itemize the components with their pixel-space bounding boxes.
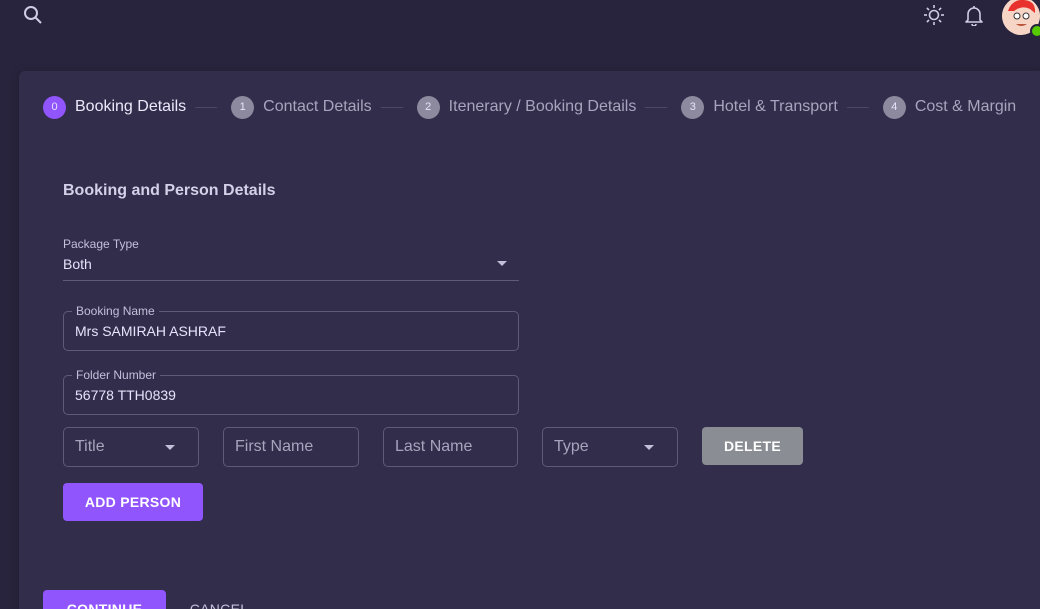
step-connector	[645, 106, 668, 108]
step-contact-details[interactable]: 1 Contact Details	[231, 95, 372, 119]
step-connector	[846, 106, 869, 108]
step-label: Hotel & Transport	[713, 98, 838, 115]
booking-name-value: Mrs SAMIRAH ASHRAF	[75, 323, 226, 339]
type-select[interactable]: Type	[542, 427, 678, 467]
delete-person-button[interactable]: DELETE	[702, 427, 803, 465]
last-name-placeholder: Last Name	[395, 438, 473, 455]
title-placeholder: Title	[75, 438, 105, 455]
stepper: 0 Booking Details 1 Contact Details 2 It…	[43, 95, 1016, 119]
step-label: Booking Details	[75, 98, 187, 115]
first-name-input[interactable]: First Name	[223, 427, 359, 467]
folder-number-value: 56778 TTH0839	[75, 387, 176, 403]
bell-icon[interactable]	[962, 3, 986, 27]
package-type-value: Both	[63, 256, 92, 272]
add-person-button[interactable]: ADD PERSON	[63, 483, 203, 521]
step-number: 2	[416, 95, 440, 119]
step-booking-details[interactable]: 0 Booking Details	[43, 95, 187, 119]
step-hotel-transport[interactable]: 3 Hotel & Transport	[681, 95, 838, 119]
sun-icon[interactable]	[922, 3, 946, 27]
step-cost-margin[interactable]: 4 Cost & Margin	[882, 95, 1017, 119]
folder-number-field[interactable]: Folder Number 56778 TTH0839	[63, 368, 519, 415]
first-name-placeholder: First Name	[235, 438, 314, 455]
cancel-button[interactable]: CANCEL	[179, 590, 259, 609]
booking-form-card: 0 Booking Details 1 Contact Details 2 It…	[19, 71, 1040, 609]
title-select[interactable]: Title	[63, 427, 199, 467]
booking-name-label: Booking Name	[72, 304, 159, 318]
step-itinerary-booking-details[interactable]: 2 Itenerary / Booking Details	[416, 95, 637, 119]
step-label: Contact Details	[263, 98, 372, 115]
folder-number-label: Folder Number	[72, 368, 161, 382]
chevron-down-icon	[644, 445, 654, 450]
step-label: Itenerary / Booking Details	[448, 98, 637, 115]
last-name-input[interactable]: Last Name	[383, 427, 518, 467]
chevron-down-icon	[165, 445, 175, 450]
step-label: Cost & Margin	[914, 98, 1017, 115]
booking-name-field[interactable]: Booking Name Mrs SAMIRAH ASHRAF	[63, 304, 519, 351]
step-number: 0	[43, 95, 66, 119]
step-number: 1	[231, 95, 255, 119]
top-app-bar	[0, 0, 1040, 40]
type-placeholder: Type	[554, 438, 589, 455]
step-number: 3	[681, 95, 705, 119]
step-connector	[195, 106, 218, 108]
package-type-label: Package Type	[63, 237, 139, 251]
package-type-select[interactable]: Package Type Both	[63, 234, 519, 281]
section-title: Booking and Person Details	[63, 182, 276, 199]
continue-button[interactable]: CONTINUE	[43, 590, 166, 609]
search-icon[interactable]	[21, 3, 45, 27]
chevron-down-icon	[497, 261, 507, 266]
step-connector	[380, 106, 403, 108]
online-status-dot	[1030, 24, 1040, 38]
step-number: 4	[882, 95, 906, 119]
